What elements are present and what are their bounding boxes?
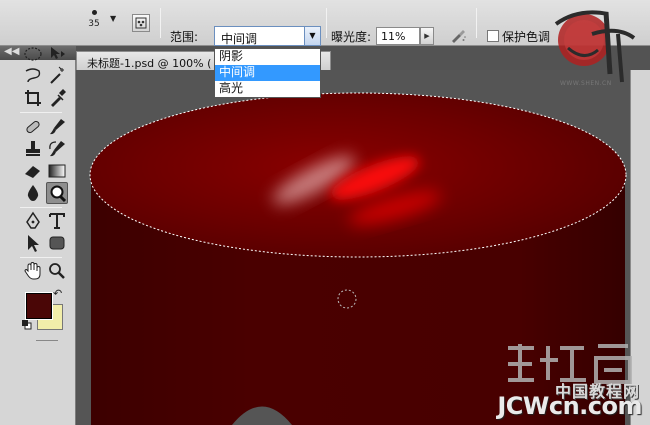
protect-tones-checkbox[interactable]: [487, 30, 499, 42]
brush-tip-icon: [91, 10, 97, 15]
move-tool[interactable]: [46, 43, 68, 65]
brush-size-label: 35: [88, 19, 100, 29]
swap-colors-icon[interactable]: ↶: [53, 287, 62, 300]
logo-site-text: WWW.SHEN.CN: [560, 80, 612, 87]
collapse-panel-icon[interactable]: ◀◀: [4, 46, 19, 57]
options-separator: [476, 8, 477, 38]
eraser-tool[interactable]: [22, 160, 44, 182]
history-brush-icon: [49, 141, 65, 157]
range-option-midtones[interactable]: 中间调: [215, 65, 320, 81]
range-option-shadows[interactable]: 阴影: [215, 49, 320, 65]
range-select[interactable]: 中间调 ▼: [214, 26, 321, 46]
watermark-url: JCWcn.com: [497, 392, 642, 420]
default-colors-icon[interactable]: [22, 320, 32, 330]
quick-mask-button[interactable]: [36, 340, 58, 341]
options-separator: [160, 8, 161, 38]
airbrush-button[interactable]: [448, 26, 468, 46]
range-option-highlights[interactable]: 高光: [215, 81, 320, 97]
airbrush-icon: [452, 30, 466, 43]
exposure-slider-button[interactable]: ▶: [420, 27, 434, 45]
blur-tool[interactable]: [22, 182, 44, 204]
tools-panel: ◀◀ ↶: [0, 46, 76, 425]
protect-tones-label: 保护色调: [502, 30, 551, 44]
brush-picker-chevron-down-icon[interactable]: ▼: [110, 14, 116, 23]
brush-tool[interactable]: [46, 116, 68, 138]
rounded-rectangle-icon: [49, 236, 65, 250]
magic-wand-icon: [50, 66, 64, 84]
range-label: 范围:: [170, 30, 199, 44]
document-tab-title: 未标题-1.psd @ 100% (: [87, 57, 212, 70]
seal-logo: [554, 10, 636, 83]
path-selection-tool[interactable]: [22, 232, 44, 254]
bandage-icon: [26, 120, 40, 134]
foreground-color-swatch[interactable]: [25, 292, 53, 320]
history-brush-tool[interactable]: [46, 138, 68, 160]
eraser-icon: [25, 166, 40, 178]
zoom-icon: [49, 263, 65, 279]
elliptical-marquee-icon: [24, 47, 42, 61]
pen-tool[interactable]: [22, 210, 44, 232]
brush-icon: [50, 119, 65, 135]
shape-tool[interactable]: [46, 232, 68, 254]
stamp-icon: [26, 141, 40, 156]
hand-tool[interactable]: [22, 260, 44, 282]
type-tool[interactable]: [46, 210, 68, 232]
burn-tool[interactable]: [46, 182, 68, 204]
lasso-tool[interactable]: [22, 65, 44, 87]
hand-icon: [24, 261, 41, 280]
magic-wand-tool[interactable]: [46, 65, 68, 87]
crop-tool[interactable]: [22, 87, 44, 109]
brush-preset-picker[interactable]: 35: [82, 6, 106, 40]
type-icon: [49, 213, 65, 229]
eyedropper-icon: [51, 89, 66, 107]
watermark: 中国教程网 JCWcn.com: [456, 340, 646, 422]
range-select-value: 中间调: [221, 32, 258, 46]
range-menu: 阴影 中间调 高光: [214, 48, 321, 98]
path-selection-icon: [28, 235, 39, 252]
crop-icon: [25, 90, 41, 106]
tools-separator: [20, 112, 62, 113]
gradient-tool[interactable]: [46, 160, 68, 182]
dodge-burn-icon: [50, 185, 67, 203]
spot-healing-tool[interactable]: [22, 116, 44, 138]
brush-panel-button[interactable]: [132, 14, 150, 32]
tools-separator: [20, 257, 62, 258]
gradient-icon: [48, 164, 66, 178]
range-chevron-down-icon[interactable]: ▼: [304, 27, 320, 45]
brush-panel-icon: [135, 17, 147, 29]
tools-separator: [20, 207, 62, 208]
water-drop-icon: [27, 185, 39, 201]
elliptical-marquee-tool[interactable]: [22, 43, 44, 65]
exposure-input[interactable]: 11%: [376, 27, 420, 45]
exposure-value: 11%: [381, 30, 406, 43]
site-logo: WWW.SHEN.CN: [548, 4, 644, 96]
exposure-label: 曝光度:: [331, 30, 372, 44]
pen-icon: [26, 211, 40, 229]
zoom-tool[interactable]: [46, 260, 68, 282]
eyedropper-tool[interactable]: [46, 87, 68, 109]
lasso-icon: [25, 68, 41, 83]
options-separator: [326, 8, 327, 38]
move-icon: [51, 47, 65, 59]
clone-stamp-tool[interactable]: [22, 138, 44, 160]
